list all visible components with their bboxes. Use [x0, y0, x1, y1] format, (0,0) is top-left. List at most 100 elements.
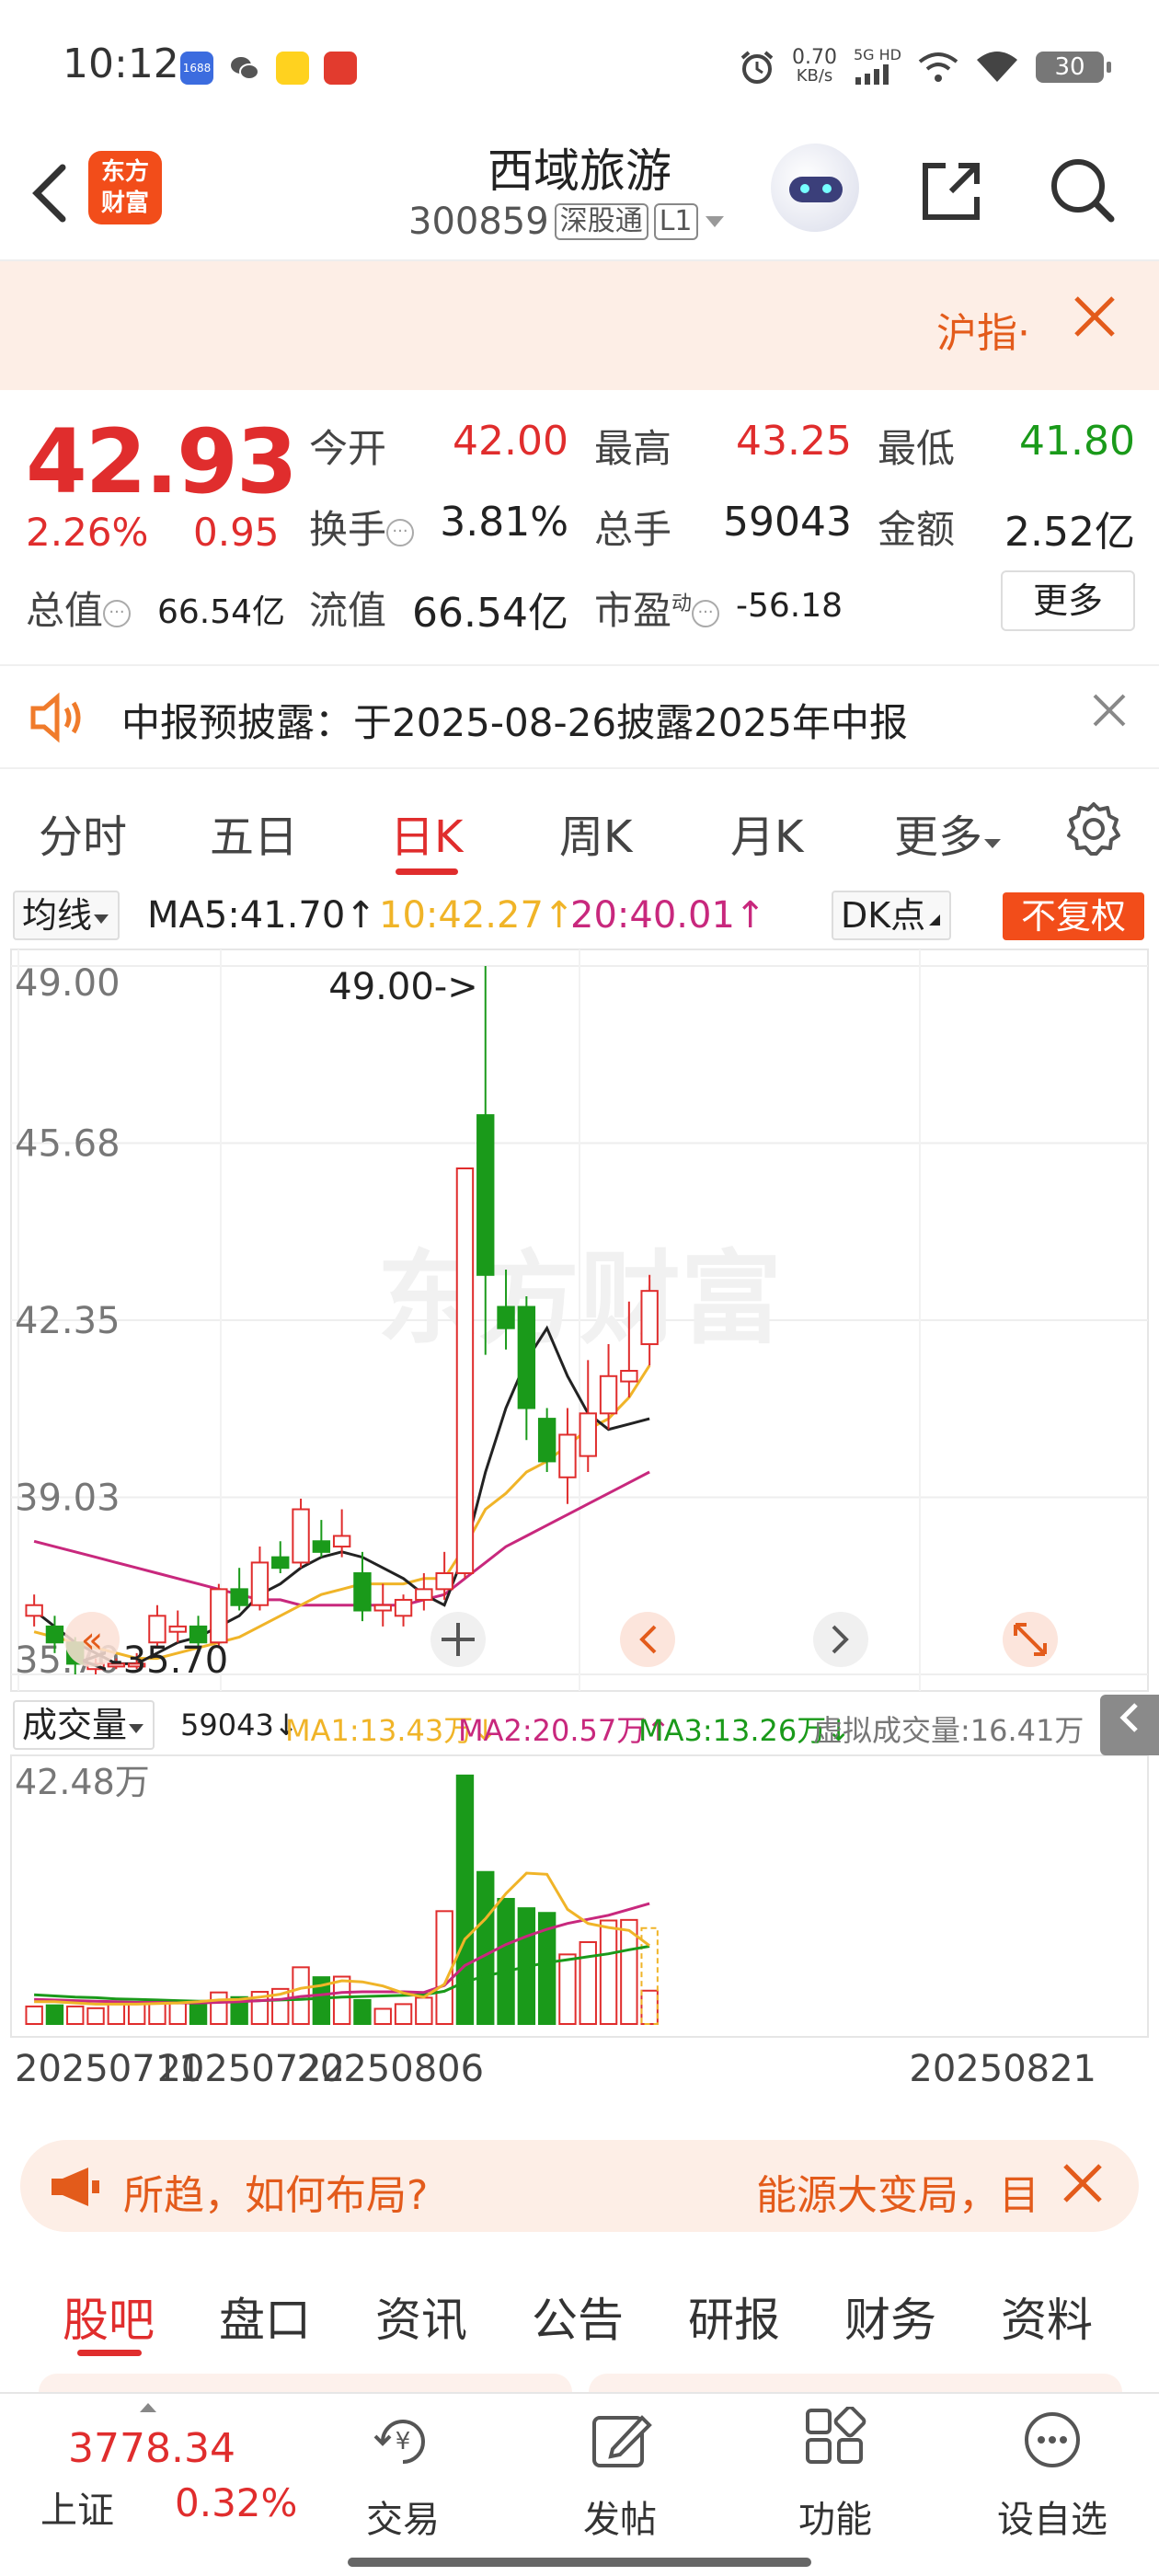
float-value: 66.54亿 — [412, 590, 568, 637]
tab-weekly-k[interactable]: 周K — [559, 800, 632, 865]
ma5-value: MA5:41.70↑ — [147, 894, 376, 937]
marquee-banner[interactable]: 沪指· — [0, 261, 1159, 390]
promo-text-left: 所趋，如何布局? — [123, 2172, 429, 2219]
tab-finance[interactable]: 财务 — [844, 2283, 936, 2350]
next-button[interactable] — [813, 1612, 868, 1667]
stock-code-selector[interactable]: 300859 深股通 L1 — [408, 201, 726, 243]
high-value: 43.25 — [736, 418, 852, 465]
bottom-nav: 3778.34 上证 0.32% ¥ 交易 发帖 功能 设自选 — [0, 2392, 1159, 2576]
info-icon[interactable]: ··· — [386, 518, 415, 546]
volume-bar-up — [332, 1975, 351, 2026]
collapse-side-button[interactable] — [1100, 1695, 1159, 1755]
signal-icon — [918, 52, 958, 82]
kline-chart[interactable]: 东方财富 49.0045.6842.3539.0335.70 49.00-><-… — [0, 948, 1159, 2116]
volume-bar-up — [373, 2007, 392, 2026]
low-label: 最低 — [878, 426, 956, 471]
mktcap-label-text: 总值 — [26, 588, 104, 633]
tab-news[interactable]: 资讯 — [375, 2283, 467, 2350]
indicator-select[interactable]: 均线 — [13, 891, 120, 940]
candle-up — [25, 1604, 43, 1617]
nav-functions[interactable]: 功能 — [771, 2405, 900, 2543]
tab-pankou[interactable]: 盘口 — [219, 2283, 311, 2350]
volume-max-label: 42.48万 — [15, 1762, 150, 1802]
ai-assistant-icon[interactable] — [771, 144, 859, 232]
more-button[interactable]: 更多 — [1001, 570, 1135, 631]
no-adjust-button[interactable]: 不复权 — [1003, 892, 1144, 940]
candle-up — [250, 1561, 270, 1606]
zoom-out-icon: « — [81, 1619, 103, 1662]
close-icon[interactable] — [1089, 686, 1130, 748]
volume-bar-up — [127, 2002, 146, 2026]
volume-indicator-select[interactable]: 成交量 — [13, 1700, 155, 1750]
tab-announcements[interactable]: 公告 — [532, 2283, 624, 2350]
float-label: 流值 — [309, 588, 387, 633]
indicator-select-label: 均线 — [22, 895, 93, 936]
prev-button[interactable] — [620, 1612, 675, 1667]
turnover-label-text: 换手 — [309, 507, 387, 552]
tab-five-day[interactable]: 五日 — [210, 800, 298, 865]
pe-sup: 动 — [671, 592, 693, 615]
close-icon[interactable] — [1060, 2151, 1106, 2230]
tab-profile[interactable]: 资料 — [1001, 2283, 1093, 2350]
trade-icon: ¥ — [373, 2420, 425, 2464]
pe-value: -56.18 — [736, 587, 843, 625]
candle-up — [332, 1535, 351, 1548]
volume-bar-up — [66, 2005, 85, 2026]
tab-intraday[interactable]: 分时 — [39, 800, 127, 865]
promo-bar[interactable]: 所趋，如何布局? 能源大变局，目 — [20, 2140, 1139, 2232]
volume-bar-down — [455, 1774, 475, 2025]
tab-guba[interactable]: 股吧 — [63, 2283, 155, 2350]
status-time: 10:12 — [63, 40, 179, 87]
index-value[interactable]: 3778.34 — [68, 2425, 235, 2472]
search-icon[interactable] — [1045, 153, 1119, 226]
volume-select-label: 成交量 — [22, 1705, 128, 1745]
caret-up-icon[interactable] — [138, 2401, 158, 2414]
candle-down — [537, 1418, 557, 1463]
alarm-icon — [740, 51, 774, 84]
megaphone-icon — [52, 2168, 99, 2206]
volume-value: 59043 — [723, 499, 852, 546]
nav-add-watchlist-label: 设自选 — [997, 2499, 1107, 2541]
pe-label-text: 市盈 — [594, 588, 672, 633]
marquee-text: 沪指· — [936, 310, 1030, 357]
speaker-icon — [30, 692, 81, 743]
notice-bar[interactable]: 中报预披露：于2025-08-26披露2025年中报 — [0, 664, 1159, 769]
volume-bar-up — [168, 2001, 187, 2025]
volume-bar-down — [497, 1897, 515, 2025]
nav-add-watchlist[interactable]: 设自选 — [988, 2407, 1117, 2543]
high-annotation: 49.00-> — [328, 966, 477, 1008]
volume-bar-down — [476, 1870, 495, 2026]
candle-up — [558, 1433, 577, 1478]
dropdown-triangle-icon — [984, 839, 1002, 848]
net-speed-unit: KB/s — [796, 66, 833, 86]
tab-more[interactable]: 更多 — [894, 800, 1003, 865]
card-right — [589, 2374, 1122, 2392]
dk-select-label: DK点 — [841, 895, 926, 936]
candle-up — [292, 1508, 310, 1564]
nav-post[interactable]: 发帖 — [556, 2407, 684, 2543]
candle-up — [435, 1572, 453, 1591]
home-indicator[interactable] — [348, 2558, 811, 2567]
tab-monthly-k[interactable]: 月K — [730, 800, 803, 865]
red-app-icon — [324, 52, 357, 85]
card-left — [39, 2374, 572, 2392]
open-label: 今开 — [309, 426, 387, 471]
watermark: 东方财富 — [377, 1240, 782, 1358]
volume-bar-up — [394, 2003, 413, 2025]
dk-select[interactable]: DK点 — [832, 891, 952, 940]
active-tab-underline — [396, 868, 458, 875]
corner-triangle-icon — [929, 914, 941, 926]
tab-research[interactable]: 研报 — [688, 2283, 780, 2350]
chevron-left-icon — [1119, 1703, 1138, 1732]
volume-bar-up — [599, 1919, 618, 2025]
close-icon[interactable] — [1071, 289, 1119, 358]
y-tick-label: 45.68 — [15, 1123, 120, 1166]
tab-daily-k[interactable]: 日K — [390, 800, 463, 865]
volume-bar-down — [45, 2004, 64, 2025]
info-icon[interactable]: ··· — [692, 599, 720, 627]
stock-header: 东方 财富 西域旅游 300859 深股通 L1 — [0, 129, 1159, 261]
info-icon[interactable]: ··· — [103, 599, 132, 627]
settings-gear-icon[interactable] — [1063, 799, 1124, 859]
nav-trade[interactable]: ¥ 交易 — [339, 2407, 467, 2543]
share-icon[interactable] — [914, 155, 988, 228]
